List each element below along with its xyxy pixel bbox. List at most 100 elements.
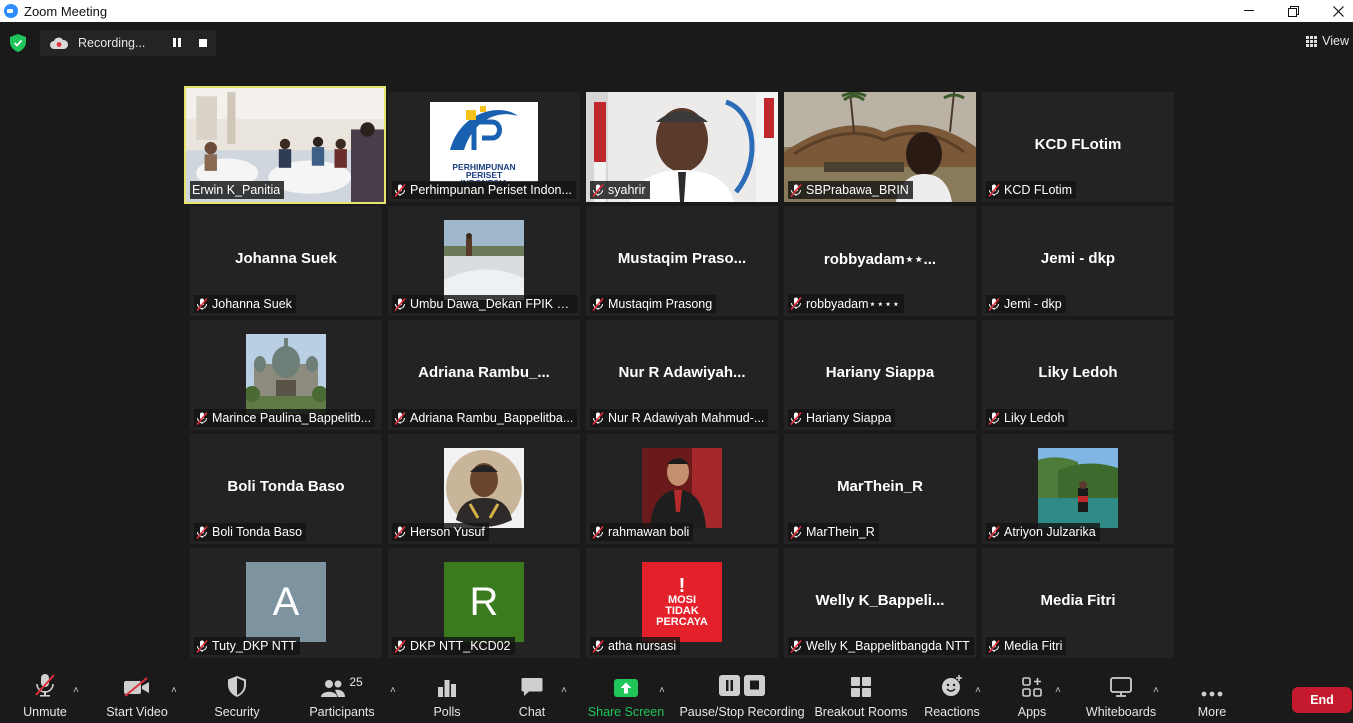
avatar: R	[444, 562, 524, 642]
cathedral-photo	[246, 334, 326, 414]
apps-button[interactable]: Apps	[1012, 669, 1052, 723]
participant-tile[interactable]: rahmawan boli	[586, 434, 778, 544]
pause-recording-button[interactable]	[173, 38, 183, 48]
participant-name-label: robbyadam⋆⋆⋆⋆	[788, 294, 904, 313]
reactions-button[interactable]: Reactions	[924, 669, 980, 723]
participant-tile[interactable]: Boli Tonda Baso Boli Tonda Baso	[190, 434, 382, 544]
muted-mic-icon	[790, 183, 802, 197]
unmute-label: Unmute	[23, 705, 67, 719]
breakout-rooms-button[interactable]: Breakout Rooms	[814, 669, 908, 723]
restore-button[interactable]	[1271, 0, 1315, 22]
end-meeting-button[interactable]: End	[1292, 687, 1352, 713]
muted-mic-icon	[988, 411, 1000, 425]
participant-tile[interactable]: Adriana Rambu_... Adriana Rambu_Bappelitb…	[388, 320, 580, 430]
participant-name: Erwin K_Panitia	[192, 183, 281, 197]
muted-mic-icon	[196, 297, 208, 311]
participant-tile[interactable]: PERHIMPUNANPERISETINDONESIAPerhimpunan P…	[388, 92, 580, 202]
participant-name-label: KCD FLotim	[986, 181, 1077, 199]
view-button[interactable]: View	[1306, 34, 1349, 48]
participant-tile[interactable]: Jemi - dkp Jemi - dkp	[982, 206, 1174, 316]
profile-photo	[444, 448, 524, 528]
participant-name: SBPrabawa_BRIN	[806, 183, 909, 197]
participant-name-label: Johanna Suek	[194, 295, 296, 313]
participant-tile[interactable]: Erwin K_Panitia	[184, 86, 386, 204]
participant-tile[interactable]: Welly K_Bappeli... Welly K_Bappelitbangda…	[784, 548, 976, 658]
participant-tile[interactable]: A Tuty_DKP NTT	[190, 548, 382, 658]
muted-microphone-icon	[35, 674, 55, 697]
audio-options-chevron-icon[interactable]: ˄	[73, 685, 79, 696]
unmute-button[interactable]: Unmute	[20, 669, 70, 723]
participant-name-label: Boli Tonda Baso	[194, 523, 307, 541]
participants-options-chevron-icon[interactable]: ˄	[390, 685, 396, 696]
participant-name: KCD FLotim	[1004, 183, 1073, 197]
muted-mic-icon	[592, 639, 604, 653]
participant-display-name: Nur R Adawiyah...	[618, 364, 746, 381]
muted-mic-icon	[394, 183, 406, 197]
whiteboards-options-chevron-icon[interactable]: ˄	[1153, 685, 1159, 696]
more-button[interactable]: More	[1193, 669, 1231, 723]
participants-button[interactable]: 25 Participants	[307, 669, 377, 723]
poster-text-line: PERCAYA	[656, 615, 708, 628]
pause-stop-recording-label: Pause/Stop Recording	[679, 705, 805, 719]
participant-tile[interactable]: R DKP NTT_KCD02	[388, 548, 580, 658]
participant-tile[interactable]: ! MOSI TIDAK PERCAYA atha nursasi	[586, 548, 778, 658]
muted-mic-icon	[790, 639, 802, 653]
muted-mic-icon	[988, 297, 1000, 311]
participant-tile[interactable]: Nur R Adawiyah... Nur R Adawiyah Mahmud-.…	[586, 320, 778, 430]
participant-name-label: Jemi - dkp	[986, 295, 1066, 313]
security-shield-icon	[228, 676, 246, 697]
encryption-shield-icon[interactable]	[10, 34, 26, 52]
participant-tile[interactable]: MarThein_R MarThein_R	[784, 434, 976, 544]
reactions-options-chevron-icon[interactable]: ˄	[975, 685, 981, 696]
reactions-smiley-icon	[942, 675, 962, 696]
breakout-rooms-icon	[851, 677, 871, 697]
participant-tile[interactable]: Media Fitri Media Fitri	[982, 548, 1174, 658]
security-label: Security	[214, 705, 260, 719]
participant-tile[interactable]: Hariany Siappa Hariany Siappa	[784, 320, 976, 430]
whiteboard-icon	[1110, 677, 1132, 697]
participant-tile[interactable]: Liky Ledoh Liky Ledoh	[982, 320, 1174, 430]
breakout-rooms-label: Breakout Rooms	[814, 705, 908, 719]
participant-tile[interactable]: Mustaqim Praso... Mustaqim Prasong	[586, 206, 778, 316]
polls-button[interactable]: Polls	[427, 669, 467, 723]
participant-tile[interactable]: Atriyon Julzarika	[982, 434, 1174, 544]
muted-mic-icon	[394, 525, 406, 539]
security-button[interactable]: Security	[210, 669, 264, 723]
close-button[interactable]	[1316, 0, 1353, 22]
participant-display-name: Liky Ledoh	[1038, 364, 1118, 381]
chat-options-chevron-icon[interactable]: ˄	[561, 685, 567, 696]
chat-button[interactable]: Chat	[512, 669, 552, 723]
meeting-toolbar: Unmute ˄ Start Video ˄ Security 25 Parti…	[0, 669, 1353, 723]
perhimpunan-logo: PERHIMPUNANPERISETINDONESIA	[430, 102, 538, 187]
zoom-logo-icon	[4, 4, 18, 18]
participant-name: Herson Yusuf	[410, 525, 485, 539]
exclamation-icon: !	[678, 574, 686, 597]
participant-name-label: Media Fitri	[986, 637, 1067, 655]
video-options-chevron-icon[interactable]: ˄	[171, 685, 177, 696]
minimize-button[interactable]	[1227, 0, 1271, 22]
participant-name: Nur R Adawiyah Mahmud-...	[608, 411, 765, 425]
whiteboards-button[interactable]: Whiteboards	[1086, 669, 1156, 723]
participant-name: Liky Ledoh	[1004, 411, 1065, 425]
participant-tile[interactable]: Marince Paulina_Bappelitb...	[190, 320, 382, 430]
participant-name-label: rahmawan boli	[590, 523, 694, 541]
muted-mic-icon	[394, 297, 406, 311]
participant-display-name: KCD FLotim	[1034, 136, 1122, 153]
participant-name-label: Umbu Dawa_Dekan FPIK U...	[392, 295, 578, 313]
start-video-button[interactable]: Start Video	[103, 669, 171, 723]
participant-name-label: Tuty_DKP NTT	[194, 637, 301, 655]
share-options-chevron-icon[interactable]: ˄	[659, 685, 665, 696]
participant-tile[interactable]: Umbu Dawa_Dekan FPIK U...	[388, 206, 580, 316]
participant-tile[interactable]: KCD FLotim KCD FLotim	[982, 92, 1174, 202]
participant-name-label: Erwin K_Panitia	[190, 181, 285, 199]
profile-photo	[642, 448, 722, 528]
participant-tile[interactable]: Johanna Suek Johanna Suek	[190, 206, 382, 316]
pause-stop-recording-button[interactable]: Pause/Stop Recording	[679, 669, 805, 723]
apps-options-chevron-icon[interactable]: ˄	[1055, 685, 1061, 696]
share-screen-button[interactable]: Share Screen	[588, 669, 664, 723]
participant-tile[interactable]: syahrir	[586, 92, 778, 202]
participant-tile[interactable]: robbyadam⋆⋆... robbyadam⋆⋆⋆⋆	[784, 206, 976, 316]
stop-recording-button[interactable]	[199, 39, 207, 47]
participant-tile[interactable]: Herson Yusuf	[388, 434, 580, 544]
participant-tile[interactable]: SBPrabawa_BRIN	[784, 92, 976, 202]
